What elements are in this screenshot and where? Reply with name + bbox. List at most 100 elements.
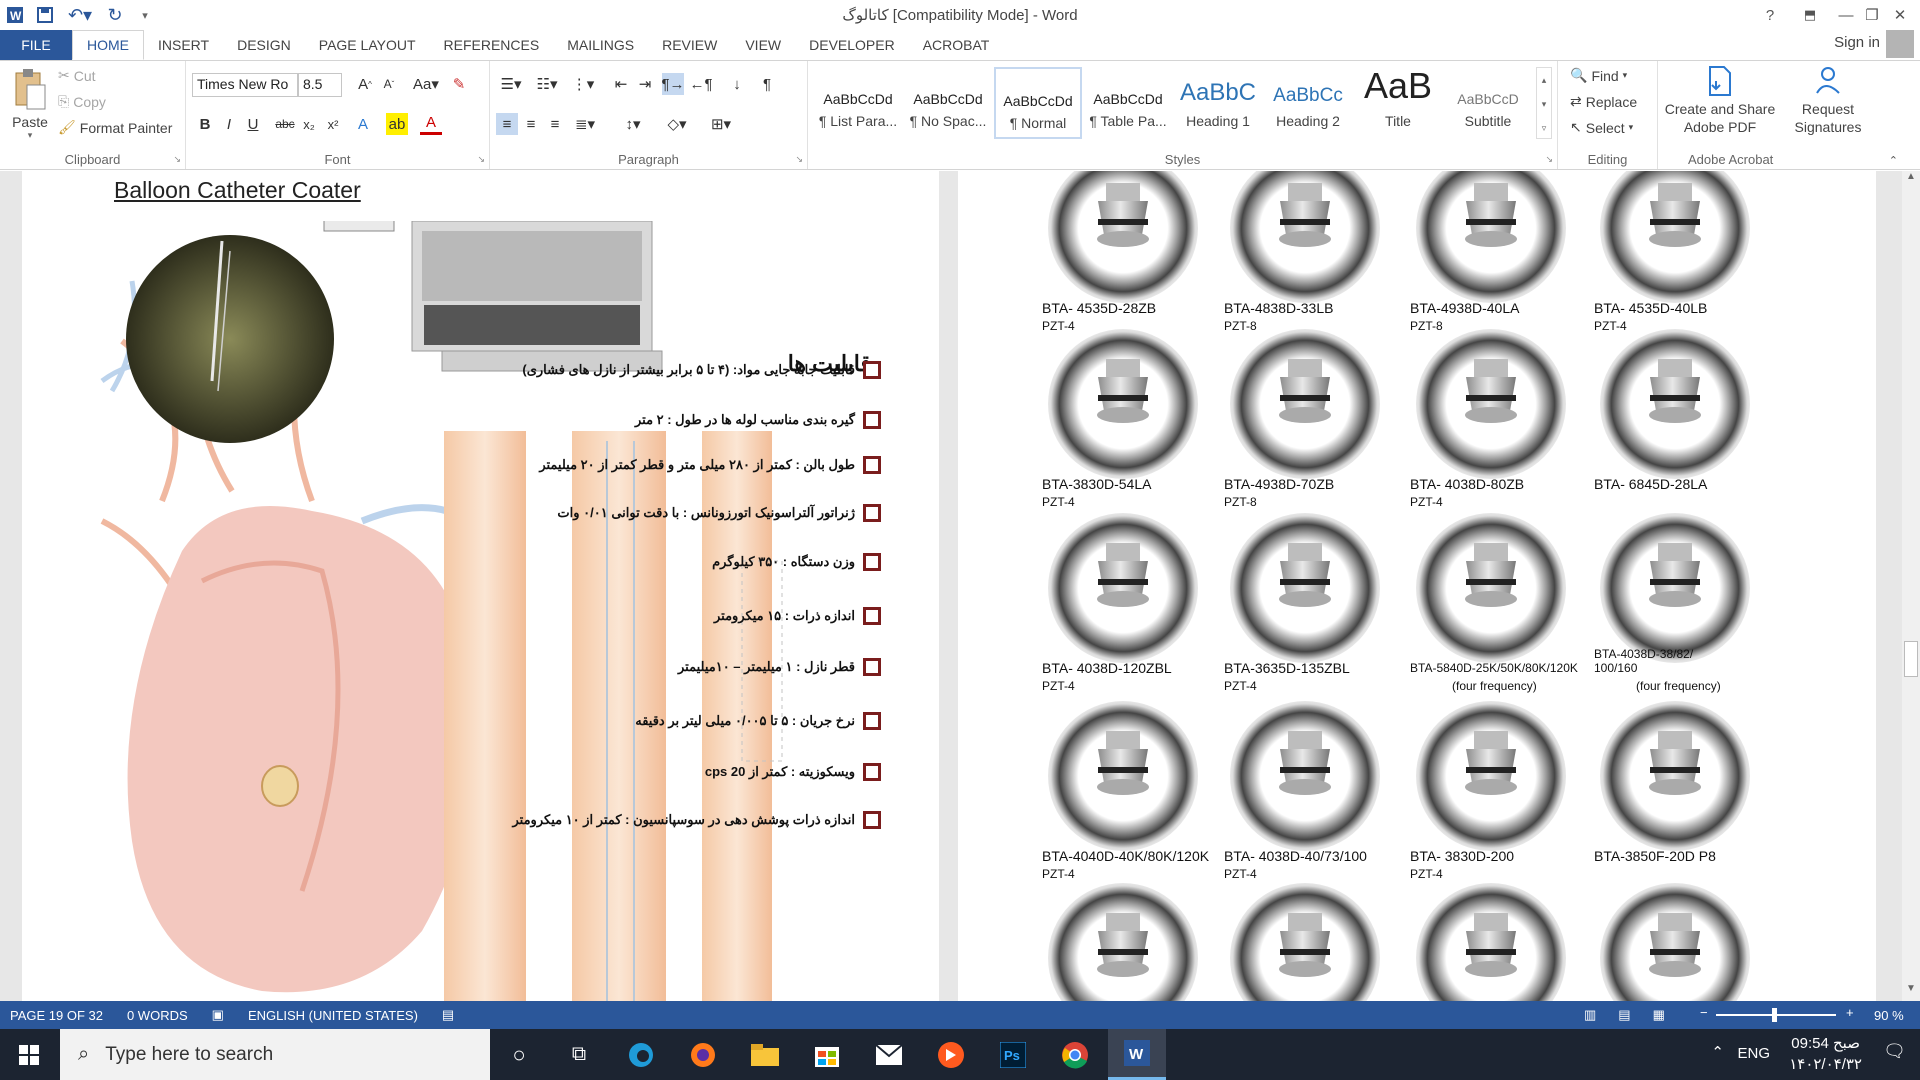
ribbon-display-options-icon[interactable]: ⬒ <box>1790 0 1830 30</box>
read-mode-icon[interactable]: ▥ <box>1584 1007 1596 1023</box>
text-effects-icon[interactable]: A <box>352 113 374 135</box>
web-layout-icon[interactable]: ▦ <box>1653 1007 1665 1023</box>
bullets-icon[interactable]: ☰▾ <box>496 73 526 95</box>
numbering-icon[interactable]: ☷▾ <box>532 73 562 95</box>
format-painter-button[interactable]: 🖌 Format Painter <box>58 119 172 136</box>
subscript-icon[interactable]: x₂ <box>298 113 320 135</box>
tab-insert[interactable]: INSERT <box>144 30 223 60</box>
paragraph-launcher-icon[interactable]: ↘ <box>795 154 803 165</box>
style-normal[interactable]: AaBbCcDd ¶ Normal <box>994 67 1082 139</box>
font-name-box[interactable]: Times New Ro <box>192 73 298 97</box>
zoom-in-icon[interactable]: + <box>1846 1005 1854 1020</box>
clear-formatting-icon[interactable]: ✎ <box>448 73 470 95</box>
tab-home[interactable]: HOME <box>72 30 144 60</box>
clock[interactable]: 09:54 صبح ۱۴۰۲/۰۴/۳۲ <box>1789 1033 1862 1075</box>
notifications-icon[interactable]: 🗨 <box>1883 1041 1906 1062</box>
page-left[interactable]: Balloon Catheter Coater قابلیت ها قابلیت… <box>22 171 939 1001</box>
show-formatting-icon[interactable]: ¶ <box>756 73 778 95</box>
word-count[interactable]: 0 WORDS <box>127 1008 188 1023</box>
macro-icon[interactable]: ▤ <box>442 1007 454 1023</box>
zoom-level[interactable]: 90 % <box>1874 1008 1904 1023</box>
style-table-paragraph[interactable]: AaBbCcDd ¶ Table Pa... <box>1084 67 1172 139</box>
find-button[interactable]: 🔍 Find ▾ <box>1570 67 1627 84</box>
styles-launcher-icon[interactable]: ↘ <box>1545 154 1553 165</box>
select-button[interactable]: ↖ Select ▾ <box>1570 119 1633 136</box>
cortana-icon[interactable]: ○ <box>490 1029 548 1080</box>
taskbar-search[interactable]: ⌕ Type here to search <box>60 1029 490 1080</box>
scroll-down-icon[interactable]: ▼ <box>1902 983 1920 1001</box>
sign-in-link[interactable]: Sign in <box>1834 34 1880 51</box>
replace-button[interactable]: ⇄ Replace <box>1570 93 1637 110</box>
avatar[interactable] <box>1886 30 1914 58</box>
print-layout-icon[interactable]: ▤ <box>1618 1007 1630 1023</box>
store-icon[interactable] <box>798 1029 856 1080</box>
align-center-icon[interactable]: ≡ <box>520 113 542 135</box>
paste-button[interactable]: Paste ▾ <box>8 67 52 141</box>
style-heading-2[interactable]: AaBbCc Heading 2 <box>1264 67 1352 139</box>
tab-design[interactable]: DESIGN <box>223 30 305 60</box>
font-color-icon[interactable]: A <box>420 113 442 135</box>
show-hidden-icons[interactable]: ⌃ <box>1711 1043 1724 1061</box>
justify-icon[interactable]: ≣▾ <box>570 113 600 135</box>
style-no-spacing[interactable]: AaBbCcDd ¶ No Spac... <box>904 67 992 139</box>
tab-references[interactable]: REFERENCES <box>430 30 554 60</box>
sort-icon[interactable]: ↓ <box>726 73 748 95</box>
change-case-icon[interactable]: Aa▾ <box>410 73 442 95</box>
scroll-up-icon[interactable]: ▲ <box>1902 171 1920 189</box>
language-status[interactable]: ENGLISH (UNITED STATES) <box>248 1008 418 1023</box>
zoom-slider-thumb[interactable] <box>1772 1008 1777 1022</box>
style-subtitle[interactable]: AaBbCcD Subtitle <box>1444 67 1532 139</box>
word-taskbar-icon[interactable]: W <box>1108 1029 1166 1080</box>
zoom-out-icon[interactable]: − <box>1700 1005 1708 1020</box>
bold-icon[interactable]: B <box>194 113 216 135</box>
mail-icon[interactable] <box>860 1029 918 1080</box>
underline-icon[interactable]: U <box>242 113 264 135</box>
highlight-icon[interactable]: ab <box>386 113 408 135</box>
help-button[interactable]: ? <box>1750 0 1790 30</box>
tab-file[interactable]: FILE <box>0 30 72 60</box>
increase-indent-icon[interactable]: ⇥ <box>634 73 656 95</box>
font-launcher-icon[interactable]: ↘ <box>477 154 485 165</box>
create-share-pdf-button[interactable]: Create and Share Adobe PDF <box>1662 65 1778 136</box>
multilevel-list-icon[interactable]: ⋮▾ <box>568 73 598 95</box>
tab-page-layout[interactable]: PAGE LAYOUT <box>305 30 430 60</box>
vertical-scrollbar[interactable]: ▲ ▼ <box>1902 171 1920 1001</box>
tab-acrobat[interactable]: ACROBAT <box>909 30 1004 60</box>
styles-scroll[interactable]: ▴ ▾ ▿ <box>1536 67 1552 139</box>
scroll-thumb[interactable] <box>1904 641 1918 677</box>
tab-review[interactable]: REVIEW <box>648 30 731 60</box>
style-heading-1[interactable]: AaBbC Heading 1 <box>1174 67 1262 139</box>
shrink-font-icon[interactable]: Aˇ <box>378 73 400 95</box>
request-signatures-button[interactable]: Request Signatures <box>1786 65 1870 136</box>
close-button[interactable]: ✕ <box>1880 0 1920 30</box>
style-title[interactable]: AaB Title <box>1354 67 1442 139</box>
grow-font-icon[interactable]: A ^ <box>354 73 376 95</box>
italic-icon[interactable]: I <box>218 113 240 135</box>
tab-view[interactable]: VIEW <box>731 30 795 60</box>
align-left-icon[interactable]: ≡ <box>496 113 518 135</box>
align-right-icon[interactable]: ≡ <box>544 113 566 135</box>
chrome-icon[interactable] <box>1046 1029 1104 1080</box>
shading-icon[interactable]: ◇▾ <box>662 113 692 135</box>
tab-mailings[interactable]: MAILINGS <box>553 30 648 60</box>
firefox-icon[interactable] <box>674 1029 732 1080</box>
font-size-box[interactable]: 8.5 <box>298 73 342 97</box>
collapse-ribbon-icon[interactable]: ⌃ <box>1889 154 1898 167</box>
cut-button[interactable]: ✂ Cut <box>58 67 96 84</box>
superscript-icon[interactable]: x² <box>322 113 344 135</box>
task-view-icon[interactable]: ⧉ <box>550 1029 608 1080</box>
start-button[interactable] <box>0 1029 58 1080</box>
app-orange-icon[interactable] <box>922 1029 980 1080</box>
copy-button[interactable]: ⎘ Copy <box>58 93 106 110</box>
file-explorer-icon[interactable] <box>736 1029 794 1080</box>
clipboard-launcher-icon[interactable]: ↘ <box>173 154 181 165</box>
page-right[interactable]: BTA- 4535D-28ZB PZT-4 BTA-4838D-33LB PZT-8 B… <box>958 171 1876 1001</box>
edge-icon[interactable] <box>612 1029 670 1080</box>
photoshop-icon[interactable]: Ps <box>984 1029 1042 1080</box>
line-spacing-icon[interactable]: ↕▾ <box>618 113 648 135</box>
proofing-icon[interactable]: ▣ <box>212 1007 224 1023</box>
input-language[interactable]: ENG <box>1737 1045 1770 1062</box>
decrease-indent-icon[interactable]: ⇤ <box>610 73 632 95</box>
style-list-paragraph[interactable]: AaBbCcDd ¶ List Para... <box>814 67 902 139</box>
borders-icon[interactable]: ⊞▾ <box>706 113 736 135</box>
